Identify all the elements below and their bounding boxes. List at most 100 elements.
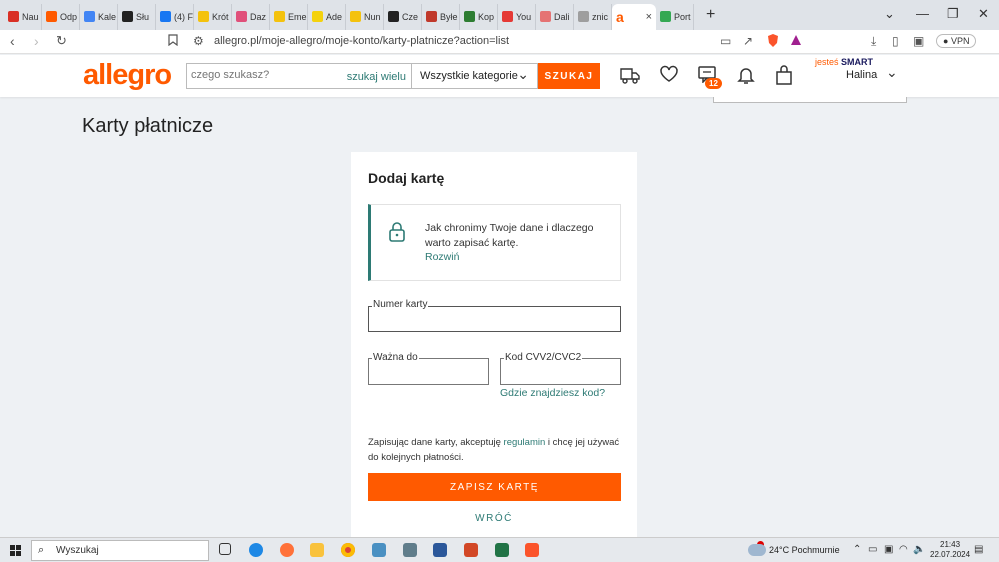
- forward-icon[interactable]: ›: [34, 33, 39, 49]
- tab-favicon-icon: [388, 11, 399, 22]
- url-field[interactable]: allegro.pl/moje-allegro/moje-konto/karty…: [214, 35, 509, 47]
- word-icon[interactable]: [433, 543, 447, 557]
- notifications-icon[interactable]: ▤: [974, 544, 983, 555]
- search-many-link[interactable]: szukaj wielu: [347, 71, 406, 83]
- where-is-code-link[interactable]: Gdzie znajdziesz kod?: [500, 387, 605, 399]
- chrome-icon[interactable]: [341, 543, 355, 557]
- browser-tab[interactable]: (4) F: [156, 3, 194, 30]
- share-icon[interactable]: ↗: [743, 34, 753, 48]
- tab-favicon-icon: [464, 11, 475, 22]
- bell-icon[interactable]: [736, 65, 756, 90]
- network-icon[interactable]: ▭: [868, 544, 877, 555]
- tab-favicon-icon: [46, 11, 57, 22]
- card-title: Dodaj kartę: [368, 170, 445, 186]
- valid-until-input[interactable]: [375, 366, 481, 378]
- cart-bag-icon[interactable]: [775, 65, 793, 90]
- browser-tab[interactable]: Dali: [536, 3, 574, 30]
- brave-shields-icon[interactable]: [767, 34, 779, 50]
- close-tab-icon[interactable]: ×: [646, 11, 652, 23]
- browser-tab[interactable]: Port: [656, 3, 694, 30]
- reload-icon[interactable]: ↻: [56, 33, 67, 49]
- volume-icon[interactable]: 🔈: [913, 544, 925, 555]
- browser-tab-active[interactable]: a ×: [612, 3, 656, 30]
- calculator-icon[interactable]: [403, 543, 417, 557]
- bookmark-icon[interactable]: [168, 34, 178, 49]
- browser-tab[interactable]: Kale: [80, 3, 118, 30]
- browser-tab[interactable]: Nun: [346, 3, 384, 30]
- tab-label: Cze: [402, 11, 419, 22]
- tab-label: Ade: [326, 11, 343, 22]
- tab-favicon-icon: [198, 11, 209, 22]
- browser-tab[interactable]: Cze: [384, 3, 422, 30]
- valid-until-label: Ważna do: [372, 352, 419, 363]
- card-number-label: Numer karty: [372, 299, 429, 310]
- windows-start-icon[interactable]: [10, 545, 21, 556]
- browser-tab[interactable]: Krót: [194, 3, 232, 30]
- minimize-icon[interactable]: —: [916, 6, 929, 21]
- info-box: Jak chronimy Twoje dane i dlaczego warto…: [368, 204, 621, 281]
- vpn-button[interactable]: ● VPN: [936, 34, 977, 48]
- tray-chevron-up-icon[interactable]: ⌃: [853, 544, 861, 555]
- browser-tab[interactable]: Byłe: [422, 3, 460, 30]
- save-card-button[interactable]: ZAPISZ KARTĘ: [368, 473, 621, 501]
- taskbar-search[interactable]: ⌕ Wyszukaj: [31, 540, 209, 561]
- cvv-label: Kod CVV2/CVC2: [504, 352, 583, 363]
- browser-tab[interactable]: Eme: [270, 3, 308, 30]
- browser-tab[interactable]: znic: [574, 3, 612, 30]
- cast-icon[interactable]: ▭: [720, 34, 731, 48]
- close-window-icon[interactable]: ✕: [978, 6, 989, 22]
- cloud-icon[interactable]: [748, 544, 766, 556]
- wallet-icon[interactable]: ▣: [913, 34, 924, 48]
- browser-tab[interactable]: Daz: [232, 3, 270, 30]
- file-explorer-icon[interactable]: [310, 543, 324, 557]
- browser-tab[interactable]: Kop: [460, 3, 498, 30]
- firefox-icon[interactable]: [280, 543, 294, 557]
- tab-favicon-icon: [660, 11, 671, 22]
- user-name[interactable]: Halina: [846, 69, 877, 81]
- browser-tab[interactable]: Nau: [4, 3, 42, 30]
- browser-tab[interactable]: Ade: [308, 3, 346, 30]
- terms-link[interactable]: regulamin: [504, 437, 546, 448]
- allegro-logo[interactable]: allegro: [83, 59, 172, 92]
- weather[interactable]: 24°C Pochmurnie: [769, 545, 840, 555]
- browser-tab[interactable]: Słu: [118, 3, 156, 30]
- search-input[interactable]: [191, 69, 341, 81]
- browser-tab[interactable]: Odp: [42, 3, 80, 30]
- tab-favicon-icon: [122, 11, 133, 22]
- search-button[interactable]: SZUKAJ: [538, 63, 600, 89]
- maximize-icon[interactable]: ❐: [947, 6, 959, 22]
- powerpoint-icon[interactable]: [464, 543, 478, 557]
- download-icon[interactable]: ⤓: [871, 34, 876, 49]
- search-icon: ⌕: [38, 544, 45, 556]
- browser-tab-strip: Nau Odp Kale Słu (4) F Krót Daz Eme Ade Nun Cze Był…: [0, 0, 999, 30]
- cvv-input[interactable]: [507, 366, 613, 378]
- excel-icon[interactable]: [495, 543, 509, 557]
- wifi-icon[interactable]: ◠: [899, 544, 908, 555]
- new-tab-icon[interactable]: +: [706, 6, 715, 24]
- task-view-icon[interactable]: [219, 543, 231, 555]
- user-chevron-down-icon[interactable]: ⌄: [886, 64, 898, 81]
- browser-tab[interactable]: You: [498, 3, 536, 30]
- tab-favicon-icon: [312, 11, 323, 22]
- back-icon[interactable]: ‹: [10, 33, 15, 49]
- back-link[interactable]: WRÓĆ: [351, 513, 637, 524]
- brave-icon[interactable]: [525, 543, 539, 557]
- site-header: allegro szukaj wielu Wszystkie kategorie…: [0, 55, 999, 97]
- brave-rewards-icon[interactable]: [790, 34, 802, 49]
- tab-favicon-icon: [540, 11, 551, 22]
- expand-link[interactable]: Rozwiń: [425, 251, 459, 263]
- app-icon[interactable]: [372, 543, 386, 557]
- edge-icon[interactable]: [249, 543, 263, 557]
- delivery-truck-icon[interactable]: [619, 65, 641, 90]
- info-text: Jak chronimy Twoje dane i dlaczego warto…: [425, 222, 594, 249]
- sidebar-icon[interactable]: ▯: [892, 34, 899, 48]
- site-settings-icon[interactable]: ⚙: [193, 34, 204, 48]
- heart-icon[interactable]: [659, 65, 679, 88]
- category-select[interactable]: Wszystkie kategorie ⌄: [411, 63, 538, 89]
- clock[interactable]: 21:43 22.07.2024: [930, 540, 970, 560]
- tab-search-chevron-icon[interactable]: ⌄: [884, 6, 895, 22]
- card-number-input[interactable]: [375, 313, 613, 325]
- tab-favicon-icon: [578, 11, 589, 22]
- display-icon[interactable]: ▣: [884, 544, 893, 555]
- category-label: Wszystkie kategorie: [420, 70, 518, 82]
